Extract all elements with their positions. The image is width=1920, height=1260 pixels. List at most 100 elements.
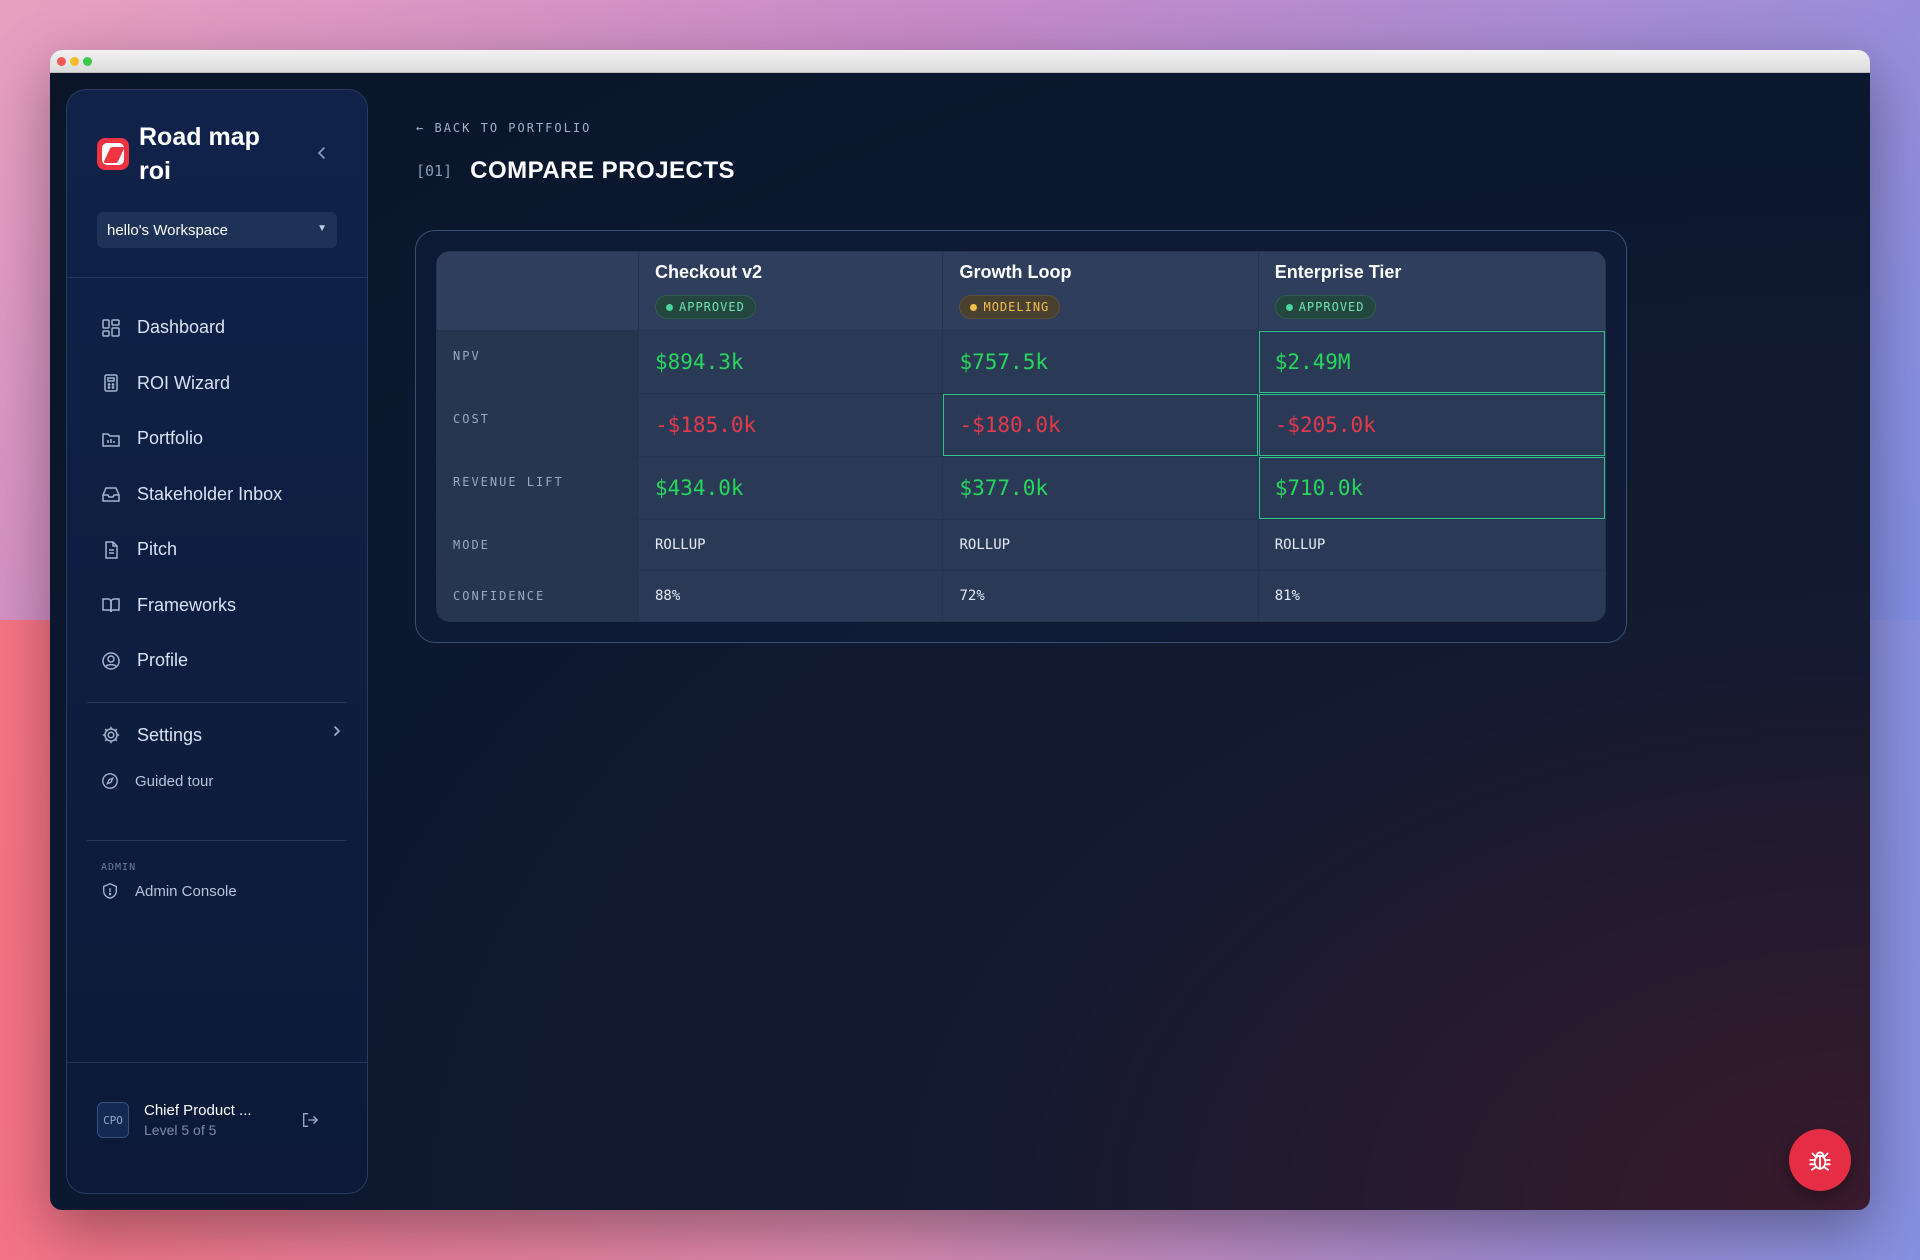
workspace-select[interactable]: hello's Workspace ▼ [97,212,337,248]
nav-item-profile[interactable]: Profile [101,633,341,689]
admin-console-link[interactable]: Admin Console [101,882,237,900]
user-name: Chief Product ... [144,1102,252,1119]
window-titlebar [50,50,1870,73]
brand-logo-icon [97,138,129,170]
nav-item-label: Portfolio [137,428,204,449]
table-header-blank [436,251,639,331]
back-to-portfolio-link[interactable]: ← BACK TO PORTFOLIO [416,121,591,135]
best-value-cell: -$180.0k [942,393,1259,457]
page-header: [01] COMPARE PROJECTS [416,157,735,185]
workspace-name: hello's Workspace [107,221,228,239]
compare-card: Checkout v2 APPROVED Growth Loop MODELIN… [415,230,1627,643]
row-label: COST [436,393,639,457]
row-label: NPV [436,330,639,394]
best-value-cell: $710.0k [1257,456,1606,520]
main-nav: Dashboard ROI Wizard Portfolio Stakehold… [101,300,341,689]
sidebar: Road map roi hello's Workspace ▼ Dashboa… [66,89,368,1194]
project-name: Growth Loop [959,262,1072,282]
divider [87,840,347,841]
project-column-header: Checkout v2 APPROVED [637,251,944,331]
project-column-header: Enterprise Tier APPROVED [1257,251,1606,331]
nav-item-dashboard[interactable]: Dashboard [101,300,341,356]
gear-icon [101,725,121,745]
brand-name: Road map roi [139,123,260,185]
nav-item-label: Stakeholder Inbox [137,483,283,504]
report-bug-button[interactable] [1789,1129,1851,1191]
app-window: Road map roi hello's Workspace ▼ Dashboa… [50,50,1870,1210]
shield-icon [101,882,119,900]
brand[interactable]: Road map roi [97,120,289,188]
table-cell: ROLLUP [942,519,1259,571]
chevron-right-icon [333,724,341,742]
bug-icon [1809,1151,1831,1171]
nav-item-pitch[interactable]: Pitch [101,522,341,578]
divider [67,1062,367,1063]
user-level: Level 5 of 5 [144,1122,217,1138]
nav-item-portfolio[interactable]: Portfolio [101,411,341,467]
project-name: Checkout v2 [655,262,763,282]
guided-tour-link[interactable]: Guided tour [101,772,213,790]
status-badge: APPROVED [655,295,756,319]
table-cell: $757.5k [942,330,1259,394]
project-column-header: Growth Loop MODELING [942,251,1259,331]
nav-item-label: Dashboard [137,317,226,338]
table-cell: ROLLUP [1257,519,1606,571]
table-row: CONFIDENCE 88% 72% 81% [436,570,1606,622]
nav-item-roi-wizard[interactable]: ROI Wizard [101,356,341,412]
project-name: Enterprise Tier [1274,262,1402,282]
nav-item-frameworks[interactable]: Frameworks [101,578,341,634]
table-cell: $434.0k [637,456,944,520]
calculator-icon [101,373,121,393]
table-cell: $377.0k [942,456,1259,520]
row-label: MODE [436,519,639,571]
best-value-cell: -$205.0k [1257,393,1606,457]
page-title: COMPARE PROJECTS [470,157,736,184]
settings-label: Settings [137,724,203,745]
nav-item-label: Frameworks [137,594,237,615]
row-label: CONFIDENCE [436,570,639,622]
caret-down-icon: ▼ [317,223,327,234]
document-icon [101,540,121,560]
nav-item-label: Pitch [137,539,178,560]
compare-table: Checkout v2 APPROVED Growth Loop MODELIN… [436,251,1606,622]
nav-item-settings[interactable]: Settings [101,720,341,750]
nav-item-label: Profile [137,650,189,671]
admin-console-label: Admin Console [135,882,237,900]
back-label: BACK TO PORTFOLIO [434,121,592,135]
avatar: CPO [97,1102,129,1138]
close-window-button[interactable] [57,57,66,66]
arrow-left-icon: ← [416,121,426,135]
table-row: REVENUE LIFT $434.0k $377.0k $710.0k [436,456,1606,520]
collapse-sidebar-button[interactable] [317,146,327,165]
inbox-icon [101,484,121,504]
row-label: REVENUE LIFT [436,456,639,520]
status-badge: MODELING [959,295,1061,319]
user-circle-icon [101,651,121,671]
divider [67,277,367,278]
nav-item-stakeholder-inbox[interactable]: Stakeholder Inbox [101,467,341,523]
table-header-row: Checkout v2 APPROVED Growth Loop MODELIN… [436,251,1606,331]
guided-tour-label: Guided tour [135,772,214,790]
user-profile[interactable]: CPO Chief Product ... Level 5 of 5 [97,1102,337,1138]
table-cell: 81% [1257,570,1606,622]
table-cell: 72% [942,570,1259,622]
divider [87,702,347,703]
dashboard-icon [101,318,121,338]
nav-item-label: ROI Wizard [137,372,231,393]
compass-icon [101,772,119,790]
table-cell: $894.3k [637,330,944,394]
admin-section-label: ADMIN [101,862,137,873]
table-row: NPV $894.3k $757.5k $2.49M [436,330,1606,394]
best-value-cell: $2.49M [1257,330,1606,394]
folder-chart-icon [101,429,121,449]
chevron-left-icon [317,147,325,159]
minimize-window-button[interactable] [70,57,79,66]
logout-icon[interactable] [301,1111,319,1129]
table-cell: ROLLUP [637,519,944,571]
status-badge: APPROVED [1274,295,1376,319]
book-icon [101,595,121,615]
maximize-window-button[interactable] [83,57,92,66]
table-row: COST -$185.0k -$180.0k -$205.0k [436,393,1606,457]
page-number: [01] [416,162,453,180]
table-cell: 88% [637,570,944,622]
